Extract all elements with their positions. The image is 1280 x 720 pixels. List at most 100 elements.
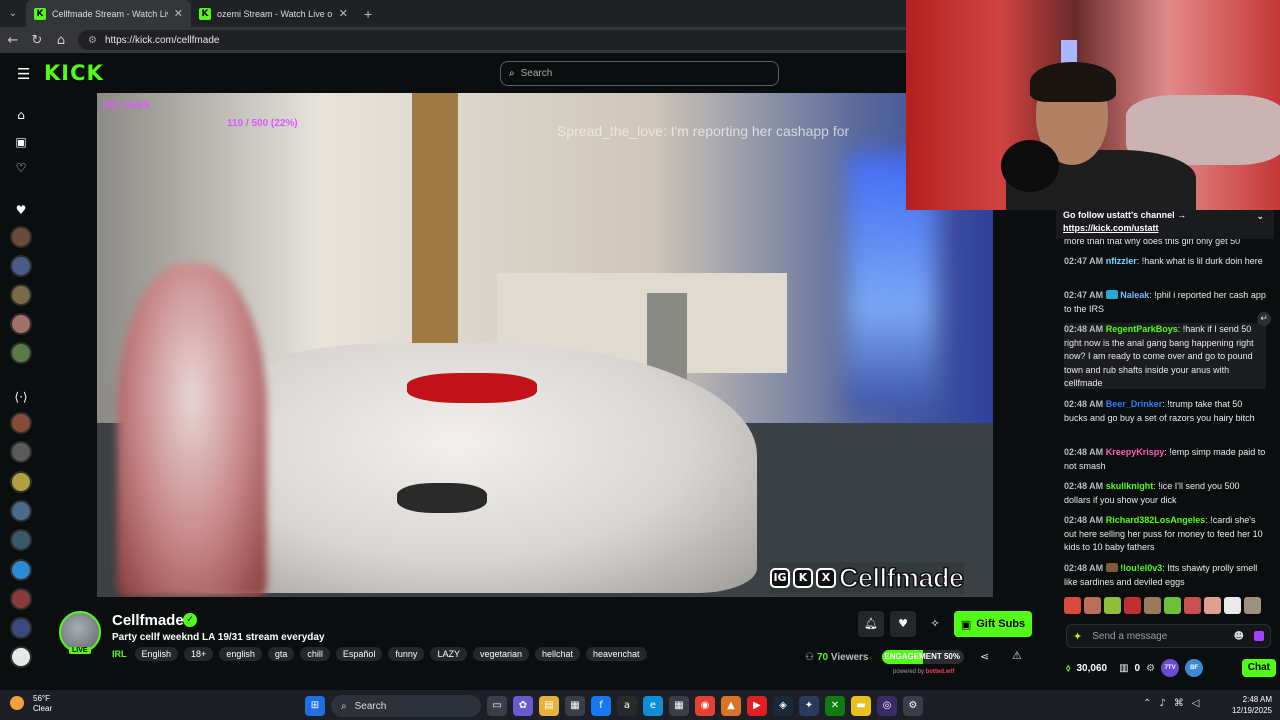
followed-channel-avatar[interactable]	[10, 226, 32, 248]
vlc-icon[interactable]: ▲	[721, 696, 741, 716]
back-icon[interactable]: ←	[6, 33, 20, 48]
message-username[interactable]: skullknight	[1106, 481, 1154, 491]
follow-heart-icon[interactable]: ♥	[890, 611, 916, 637]
message-username[interactable]: Naleak	[1120, 290, 1149, 300]
drops-icon[interactable]: ▥	[1119, 663, 1128, 674]
emote-icon[interactable]	[1124, 597, 1141, 614]
share-icon[interactable]: ⋖	[980, 650, 989, 663]
followed-channel-avatar[interactable]	[10, 342, 32, 364]
report-icon[interactable]: ⚠	[1012, 649, 1022, 662]
browser-tab-ozemi[interactable]: K ozemi Stream - Watch Live o ✕	[191, 0, 356, 27]
volume-icon[interactable]: ◁	[1192, 698, 1200, 709]
search-input[interactable]: ⌕ Search	[500, 61, 779, 86]
emote-icon[interactable]	[1144, 597, 1161, 614]
obs-icon[interactable]: ◎	[877, 696, 897, 716]
start-icon[interactable]: ⊞	[305, 696, 325, 716]
emote-icon[interactable]	[1104, 597, 1121, 614]
browser-tab-cellfmade[interactable]: K Cellfmade Stream - Watch Liv ✕	[26, 0, 191, 27]
tag[interactable]: hellchat	[534, 647, 581, 661]
chat-message[interactable]: 02:48 AM KreepyKrispy: !emp simp made pa…	[1064, 446, 1266, 473]
kick-logo[interactable]: KICK	[44, 61, 104, 85]
chat-message[interactable]: 02:48 AM Richard382LosAngeles: !cardi sh…	[1064, 514, 1266, 555]
close-tab-icon[interactable]: ✕	[174, 7, 183, 20]
followed-channel-avatar[interactable]	[10, 313, 32, 335]
youtube-icon[interactable]: ▶	[747, 696, 767, 716]
tag[interactable]: english	[219, 647, 262, 661]
chat-message-highlighted[interactable]: 02:48 AM RegentParkBoys: !hank if I send…	[1064, 323, 1266, 389]
emote-icon[interactable]	[1164, 597, 1181, 614]
edge-icon[interactable]: e	[643, 696, 663, 716]
notes-icon[interactable]: ▬	[851, 696, 871, 716]
chat-message[interactable]: 02:47 AM nfizzler: !hank what is lil dur…	[1064, 255, 1266, 269]
close-tab-icon[interactable]: ✕	[339, 7, 348, 20]
facebook-icon[interactable]: f	[591, 696, 611, 716]
following-icon[interactable]: ♡	[13, 160, 29, 176]
video-player[interactable]: DEC SUBS 110 / 500 (22%) Spread_the_love…	[97, 93, 993, 597]
pinned-link[interactable]: https://kick.com/ustatt	[1063, 223, 1159, 233]
chat-input[interactable]: ✦ Send a message ☻	[1066, 624, 1271, 648]
tag[interactable]: funny	[388, 647, 425, 661]
system-clock[interactable]: 2:48 AM 12/19/2025	[1224, 694, 1272, 716]
sparkle-icon[interactable]: ✧	[922, 611, 948, 637]
home-icon[interactable]: ⌂	[13, 107, 29, 123]
copilot-icon[interactable]: ✿	[513, 696, 533, 716]
recommended-icon[interactable]: ⟨·⟩	[13, 389, 29, 405]
chat-message[interactable]: 02:47 AM Naleak: !phil i reported her ca…	[1064, 289, 1266, 316]
pinned-message[interactable]: Go follow ustatt's channel → https://kic…	[1056, 210, 1274, 239]
recommended-channel-avatar[interactable]	[10, 588, 32, 610]
recommended-channel-avatar[interactable]	[10, 559, 32, 581]
chat-message[interactable]: 02:48 AM !lou!el0v3: Itts shawty prolly …	[1064, 562, 1266, 589]
message-username[interactable]: RegentParkBoys	[1106, 324, 1178, 334]
tag[interactable]: gta	[267, 647, 295, 661]
store-icon[interactable]: ▦	[565, 696, 585, 716]
emote-icon[interactable]	[1224, 597, 1241, 614]
recommended-channel-avatar[interactable]	[10, 646, 32, 668]
category-link[interactable]: IRL	[112, 649, 127, 659]
microphone-icon[interactable]: ♪	[1159, 698, 1165, 709]
emote-icon[interactable]	[1064, 597, 1081, 614]
emote-icon[interactable]	[1244, 597, 1261, 614]
tag[interactable]: Español	[335, 647, 383, 661]
app-icon[interactable]: ✦	[799, 696, 819, 716]
network-icon[interactable]: ⌘	[1174, 698, 1184, 709]
message-username[interactable]: KreepyKrispy	[1106, 447, 1165, 457]
gift-subs-button[interactable]: ▣ Gift Subs	[954, 611, 1032, 637]
followed-channel-avatar[interactable]	[10, 255, 32, 277]
recommended-channel-avatar[interactable]	[10, 500, 32, 522]
followed-channel-avatar[interactable]	[10, 284, 32, 306]
amazon-icon[interactable]: a	[617, 696, 637, 716]
reply-icon[interactable]: ↵	[1257, 312, 1271, 326]
steam-icon[interactable]: ◈	[773, 696, 793, 716]
site-info-icon[interactable]: ⚙	[88, 35, 97, 46]
taskbar-search[interactable]: ⌕ Search	[331, 695, 481, 717]
settings-icon[interactable]: ⚙	[903, 696, 923, 716]
weather-widget[interactable]: 56°F Clear	[10, 694, 52, 714]
calculator-icon[interactable]: ▦	[669, 696, 689, 716]
7tv-extension-icon[interactable]: 7TV	[1161, 659, 1180, 677]
tab-search-icon[interactable]: ⌄	[0, 8, 26, 19]
recommended-channel-avatar[interactable]	[10, 529, 32, 551]
emoji-icon[interactable]: ☻	[1234, 631, 1244, 642]
notification-bell-icon[interactable]: 🔔︎	[858, 611, 884, 637]
browse-icon[interactable]: ▣	[13, 134, 29, 150]
chrome-icon[interactable]: ◉	[695, 696, 715, 716]
tag[interactable]: heavenchat	[586, 647, 647, 661]
chevron-down-icon[interactable]: ⌄	[1256, 212, 1264, 222]
emote-picker-icon[interactable]	[1254, 631, 1264, 641]
chat-send-button[interactable]: Chat	[1241, 659, 1276, 677]
tray-overflow-icon[interactable]: ⌃	[1143, 698, 1151, 709]
tag[interactable]: vegetarian	[472, 647, 529, 661]
new-tab-icon[interactable]: +	[364, 6, 372, 22]
menu-icon[interactable]: ☰	[17, 65, 30, 83]
reload-icon[interactable]: ↻	[30, 33, 44, 48]
message-username[interactable]: !lou!el0v3	[1120, 563, 1162, 573]
emote-icon[interactable]	[1204, 597, 1221, 614]
recommended-channel-avatar[interactable]	[10, 617, 32, 639]
followed-channels-icon[interactable]: ♥	[13, 202, 29, 218]
chat-points-icon[interactable]: ✦	[1073, 630, 1082, 643]
file-explorer-icon[interactable]: ▤	[539, 696, 559, 716]
home-icon[interactable]: ⌂	[54, 33, 68, 48]
recommended-channel-avatar[interactable]	[10, 412, 32, 434]
chat-message[interactable]: 02:48 AM skullknight: !ice I'll send you…	[1064, 480, 1266, 507]
tag[interactable]: 18+	[184, 647, 214, 661]
